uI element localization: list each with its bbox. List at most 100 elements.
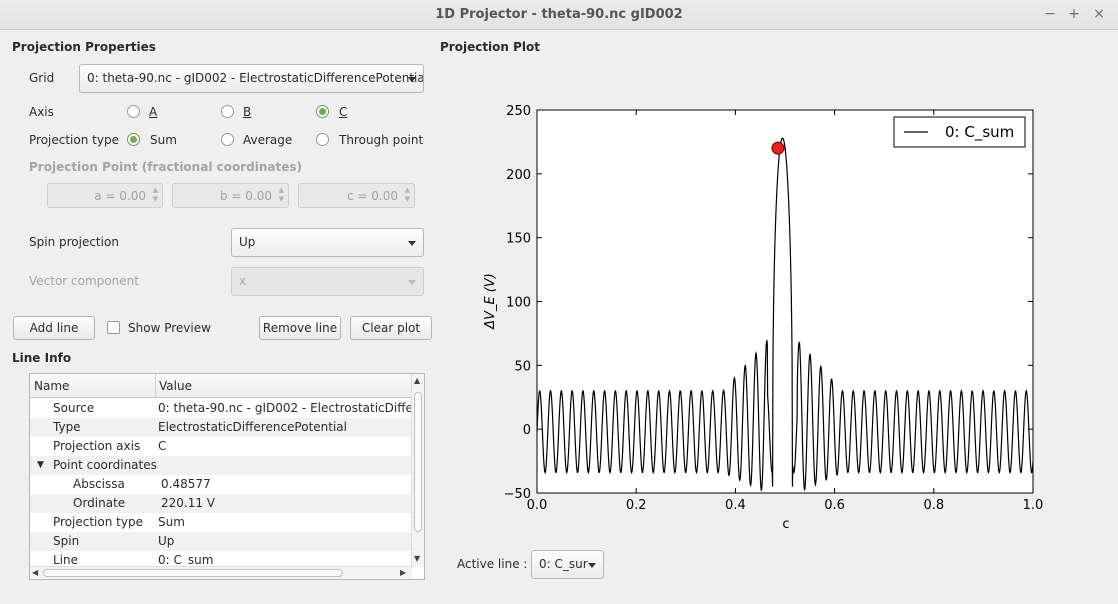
row-name: Projection type — [53, 515, 143, 529]
grid-combo-value: 0: theta-90.nc - gID002 - ElectrostaticD… — [87, 71, 424, 85]
spin-arrows-icon: ▲ ▼ — [152, 186, 158, 203]
row-name: Projection axis — [53, 439, 141, 453]
ptype-sum-radio[interactable] — [127, 133, 140, 146]
row-name: Type — [53, 420, 81, 434]
tree-vertical-scrollbar[interactable]: ▲ ▼ — [411, 374, 424, 567]
ptype-through-point-radio[interactable] — [316, 133, 329, 146]
x-tick-label: 0.4 — [725, 498, 746, 513]
projection-plot-title: Projection Plot — [440, 40, 541, 54]
tree-row-abscissa[interactable]: Abscissa 0.48577 — [30, 475, 412, 494]
x-tick-label: 0.8 — [923, 498, 944, 513]
tree-row-point-coordinates[interactable]: ▼ Point coordinates — [30, 456, 412, 475]
col-name-header[interactable]: Name — [34, 379, 69, 393]
x-axis-label: c — [782, 517, 789, 532]
chevron-down-icon — [408, 77, 416, 82]
vector-component-value: x — [239, 274, 247, 288]
point-b-spinbox: b = 0.00 ▲ ▼ — [172, 183, 289, 208]
point-c-value: c = 0.00 — [347, 189, 398, 203]
point-a-spinbox: a = 0.00 ▲ ▼ — [47, 183, 163, 208]
tree-row-spin[interactable]: Spin Up — [30, 532, 412, 551]
legend: 0: C_sum — [893, 116, 1026, 148]
point-b-value: b = 0.00 — [219, 189, 272, 203]
chevron-down-icon — [408, 280, 416, 285]
axis-b-radio[interactable] — [221, 105, 234, 118]
tree-row-source[interactable]: Source 0: theta-90.nc - gID002 - Electros… — [30, 399, 424, 418]
ptype-through-point-label[interactable]: Through point — [339, 133, 423, 147]
y-tick-label: 0 — [523, 423, 531, 438]
axis-a-radio[interactable] — [127, 105, 140, 118]
y-tick-label: 100 — [506, 296, 531, 311]
vector-component-label: Vector component — [29, 274, 139, 288]
expand-triangle-icon[interactable]: ▼ — [37, 460, 44, 470]
row-name: Point coordinates — [53, 458, 157, 472]
scroll-thumb[interactable] — [43, 569, 343, 577]
row-value: Sum — [158, 515, 185, 529]
row-value: 0: theta-90.nc - gID002 - ElectrostaticD… — [158, 401, 425, 415]
row-name: Ordinate — [73, 496, 126, 510]
spin-projection-value: Up — [239, 235, 256, 249]
row-value: ElectrostaticDifferencePotential — [158, 420, 347, 434]
add-line-button[interactable]: Add line — [13, 316, 95, 340]
grid-combo[interactable]: 0: theta-90.nc - gID002 - ElectrostaticD… — [79, 64, 424, 93]
axis-a-label[interactable]: A — [149, 105, 157, 119]
maximize-icon[interactable]: + — [1066, 6, 1082, 22]
y-tick-label: −50 — [504, 487, 531, 502]
show-preview-checkbox[interactable] — [107, 321, 120, 334]
spin-projection-combo[interactable]: Up — [231, 228, 424, 257]
selected-point-marker[interactable] — [771, 141, 785, 155]
minimize-icon[interactable]: − — [1042, 6, 1058, 22]
x-tick-label: 1.0 — [1023, 498, 1044, 513]
row-name: Abscissa — [73, 477, 125, 491]
point-a-value: a = 0.00 — [94, 189, 146, 203]
tree-row-projection-axis[interactable]: Projection axis C — [30, 437, 412, 456]
axis-label: Axis — [29, 105, 54, 119]
row-name: Source — [53, 401, 95, 415]
y-tick-label: 50 — [514, 359, 531, 374]
row-name: Spin — [53, 534, 80, 548]
clear-plot-button[interactable]: Clear plot — [350, 316, 432, 340]
close-icon[interactable]: × — [1091, 6, 1107, 22]
vector-component-combo: x — [231, 267, 424, 296]
col-value-header[interactable]: Value — [159, 379, 192, 393]
row-value: 220.11 V — [161, 496, 216, 510]
tree-row-type[interactable]: Type ElectrostaticDifferencePotential — [30, 418, 412, 437]
window-title: 1D Projector - theta-90.nc gID002 — [435, 7, 683, 22]
show-preview-label[interactable]: Show Preview — [128, 321, 211, 335]
y-tick-label: 250 — [506, 104, 531, 119]
row-name: Line — [53, 553, 79, 567]
scroll-up-icon[interactable]: ▲ — [414, 376, 420, 385]
ptype-average-label[interactable]: Average — [243, 133, 292, 147]
chevron-down-icon — [408, 241, 416, 246]
projection-properties-title: Projection Properties — [12, 40, 156, 54]
y-axis-label: ΔV_E (V) — [483, 273, 498, 330]
y-tick-label: 200 — [506, 168, 531, 183]
scroll-thumb[interactable] — [414, 392, 422, 532]
axis-b-label[interactable]: B — [243, 105, 251, 119]
axis-c-label[interactable]: C — [339, 105, 347, 119]
spin-arrows-icon: ▲ ▼ — [278, 186, 284, 203]
projection-type-label: Projection type — [29, 133, 119, 147]
row-value: Up — [158, 534, 175, 548]
ptype-average-radio[interactable] — [221, 133, 234, 146]
tree-row-projection-type[interactable]: Projection type Sum — [30, 513, 412, 532]
point-c-spinbox: c = 0.00 ▲ ▼ — [298, 183, 415, 208]
scroll-left-icon[interactable]: ◀ — [32, 568, 38, 577]
axis-c-radio[interactable] — [316, 105, 329, 118]
y-tick-label: 150 — [506, 232, 531, 247]
projection-plot-chart[interactable]: 0.0 0.2 0.4 0.6 0.8 1.0−50050100150200250 0: … — [470, 85, 1060, 545]
ptype-sum-label[interactable]: Sum — [150, 133, 177, 147]
projection-point-title: Projection Point (fractional coordinates… — [29, 160, 302, 174]
active-line-value: 0: C_sur — [539, 557, 588, 571]
active-line-combo[interactable]: 0: C_sur — [531, 550, 604, 579]
scroll-right-icon[interactable]: ▶ — [400, 568, 406, 577]
tree-row-ordinate[interactable]: Ordinate 220.11 V — [30, 494, 412, 513]
tree-header: Name Value — [30, 374, 412, 398]
x-tick-label: 0.6 — [824, 498, 845, 513]
line-info-tree[interactable]: Name Value Source 0: theta-90.nc - gID002… — [29, 373, 425, 580]
window-titlebar: 1D Projector - theta-90.nc gID002 − + × — [0, 0, 1118, 30]
scroll-down-icon[interactable]: ▼ — [414, 554, 420, 563]
line-info-title: Line Info — [12, 351, 72, 365]
chevron-down-icon — [588, 563, 596, 568]
remove-line-button[interactable]: Remove line — [259, 316, 341, 340]
tree-horizontal-scrollbar[interactable]: ◀ ▶ — [30, 566, 412, 579]
